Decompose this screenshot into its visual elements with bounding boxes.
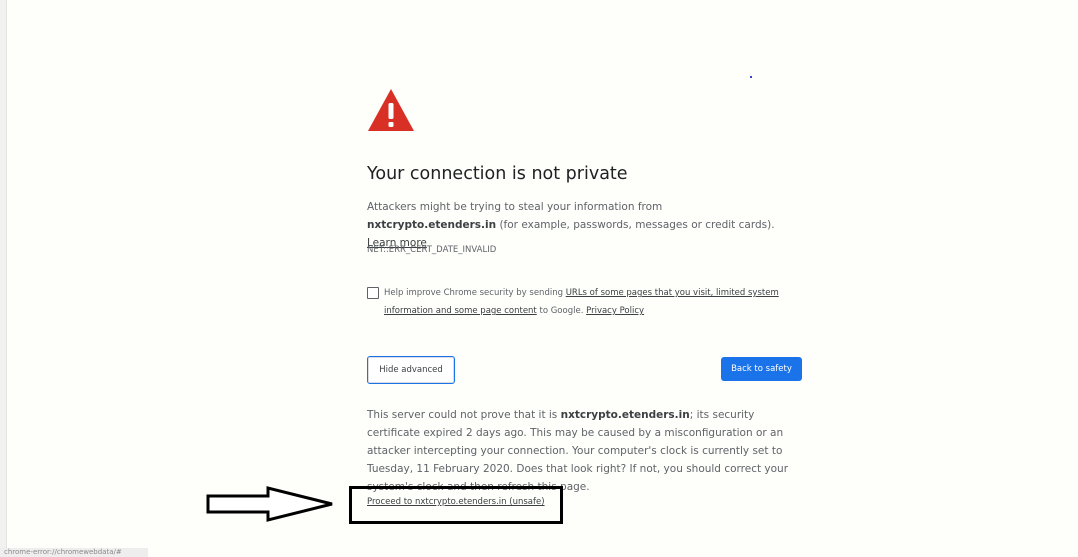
advanced-details-text: This server could not prove that it is n…: [367, 409, 789, 493]
stray-pixel: [750, 76, 752, 78]
error-code: NET::ERR_CERT_DATE_INVALID: [367, 245, 497, 255]
warning-triangle-icon: [368, 89, 414, 131]
intro-text: Attackers might be trying to steal your …: [367, 201, 775, 249]
help-improve-checkbox[interactable]: [367, 287, 379, 299]
hide-advanced-button[interactable]: Hide advanced: [367, 356, 455, 384]
right-arrow-icon: [206, 486, 333, 522]
back-to-safety-button[interactable]: Back to safety: [721, 357, 802, 381]
proceed-unsafe-link[interactable]: Proceed to nxtcrypto.etenders.in (unsafe…: [367, 497, 545, 507]
page-title: Your connection is not private: [367, 164, 628, 184]
target-domain: nxtcrypto.etenders.in: [367, 219, 497, 231]
details-domain: nxtcrypto.etenders.in: [560, 409, 690, 421]
window-left-edge: [0, 0, 7, 557]
privacy-policy-link[interactable]: Privacy Policy: [586, 306, 644, 316]
help-improve-text: Help improve Chrome security by sending …: [384, 288, 779, 316]
status-bar-url: chrome-error://chromewebdata/#: [0, 548, 148, 557]
